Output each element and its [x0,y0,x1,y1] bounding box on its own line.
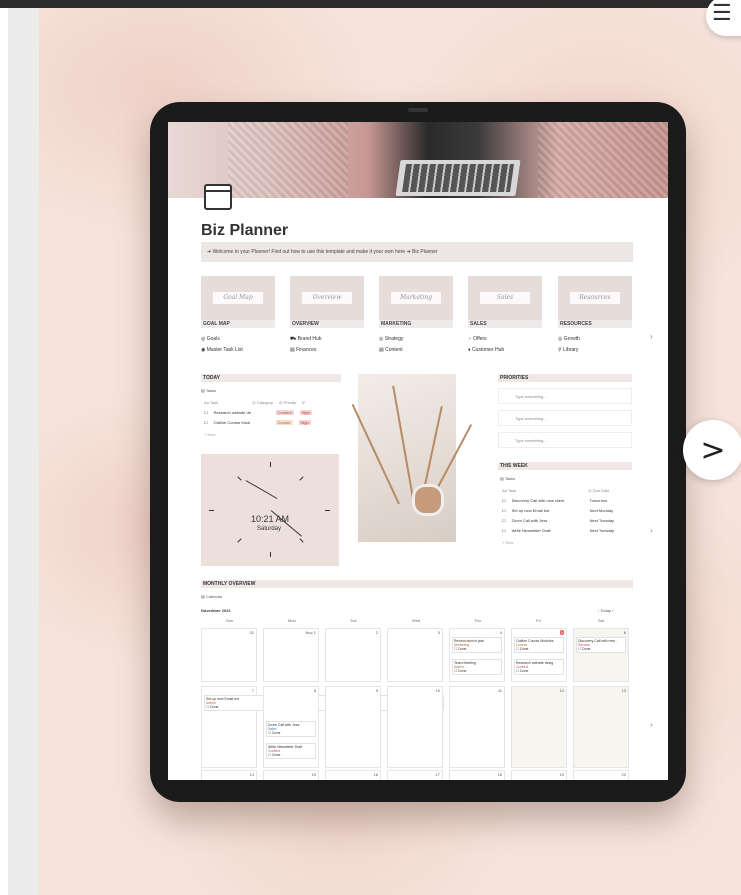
calendar-day[interactable]: 12 [511,686,567,768]
chevron-right-icon: > [700,432,726,468]
today-nav-button[interactable]: ‹ Today › [598,608,614,613]
day-header: Thu [474,618,481,623]
clock-hour-hand [245,480,278,499]
card-goal-map[interactable]: Goal Map [201,276,275,320]
calendar-event[interactable]: Discovery Call with new... Service ☐ Done [576,637,626,653]
card-marketing[interactable]: Marketing [379,276,453,320]
table-row[interactable]: ☐ Zoom Call with Jess Next Tuesday [502,518,614,523]
page-icon [204,184,232,210]
calendar-day[interactable]: Nov 1 [263,628,319,682]
table-row[interactable]: ☐ Research website de Content High [204,410,312,415]
today-heading: TODAY [201,374,341,382]
day-header: Mon [288,618,296,623]
camera [408,108,428,112]
calendar-day[interactable]: 7 Set up new Email bot Admin ☐ Done [201,686,444,768]
day-header: Sun [226,618,234,623]
welcome-banner[interactable]: ➜ Welcome to your Planner! Find out how … [201,242,633,262]
menu-icon: ☰ [712,0,732,25]
monthly-heading: MONTHLY OVERVIEW [201,580,633,588]
card-sales[interactable]: Sales [468,276,542,320]
calendar-day[interactable]: 2 [325,628,381,682]
next-slide-button[interactable]: > [683,420,741,480]
table-row[interactable]: ☐ Discovery Call with new client Tomorrow [502,498,607,503]
link-library[interactable]: ⚲ Library [558,347,578,353]
card-resources[interactable]: Resources [558,276,632,320]
left-strip [8,8,39,895]
calendar-day[interactable]: 14 [201,770,257,780]
table-row[interactable]: ☐ Outline Course Modi Course High [204,420,311,425]
chevron-right-icon[interactable]: › [650,526,653,535]
calendar-day[interactable]: 16 [325,770,381,780]
laptop-keyboard [395,160,521,196]
table-row[interactable]: ☐ Set up new Email bot Next Monday [502,508,613,513]
day-header: Tue [350,618,357,623]
calendar-day[interactable]: 9 [325,686,381,768]
knit-texture [228,122,348,198]
link-goals[interactable]: ◎ Goals [201,336,220,342]
priority-item[interactable]: Type something... [498,388,632,404]
card-label: MARKETING [379,320,453,328]
priority-item[interactable]: Type something... [498,410,632,426]
day-header: Sat [598,618,605,623]
knit-texture [538,122,668,198]
today-new-button[interactable]: + New [204,432,215,437]
calendar-day[interactable]: 3 [387,628,443,682]
calendar-event[interactable]: Write Newsletter Draft Content ☐ Done [266,743,316,759]
table-row[interactable]: ☐ Write Newsletter Draft Next Tuesday [502,528,614,533]
calendar-day[interactable]: 19 [511,770,567,780]
link-finances[interactable]: ▤ Finances [290,347,316,353]
calendar-day[interactable]: 15 [263,770,319,780]
this-week-new-button[interactable]: + New [502,540,513,545]
this-week-heading: THIS WEEK [498,462,632,470]
clock-time: 10:21 AM [251,514,290,524]
chevron-right-icon[interactable]: › [650,332,653,341]
day-header: Wed [412,618,421,623]
calendar-event[interactable]: Team Meeting Admin ☐ Done [452,659,502,675]
calendar-day[interactable]: 6 Discovery Call with new... Service ☐ Don… [573,628,629,682]
clock-day: Saturday [257,526,282,532]
calendar-day[interactable]: 17 [387,770,443,780]
cover-image [168,122,668,198]
priority-item[interactable]: Type something... [498,432,632,448]
card-overview[interactable]: Overview [290,276,364,320]
calendar-event[interactable]: Research website desig Content ☐ Done [514,659,564,675]
link-master-task-list[interactable]: ◉ Master Task List [201,347,243,353]
link-strategy[interactable]: ◎ Strategy [379,336,403,342]
calendar-day[interactable]: 13 [573,686,629,768]
coffee-cup [412,484,444,516]
calendar-view-tab[interactable]: ▤ Calendar [201,594,222,599]
calendar-month: November 2022 [201,608,231,613]
link-brand-hub[interactable]: ⛟ Brand Hub [290,336,322,343]
this-week-columns: Aa Task ◎ Due Date [502,488,610,493]
calendar-day[interactable]: 18 [449,770,505,780]
calendar-event[interactable]: Outline Course Modules Course ☐ Done [514,637,564,653]
calendar-day[interactable]: 11 [449,686,505,768]
calendar-day[interactable]: 10 [387,686,443,768]
chevron-right-icon[interactable]: › [650,720,653,729]
link-customer-hub[interactable]: ♦ Customer Hub [468,347,504,353]
calendar-day[interactable]: 8 Zoom Call with Jess Sales ☐ Done Write N… [263,686,319,768]
link-growth[interactable]: ◎ Growth [558,336,580,342]
page-title: Biz Planner [201,222,289,239]
calendar-day[interactable]: 31 [201,628,257,682]
calendar-day[interactable]: 4 Review launch plan Marketing ☐ Done Team… [449,628,505,682]
today-view-tab[interactable]: ▤ Tasks [201,388,216,393]
priorities-heading: PRIORITIES [498,374,632,382]
day-header: Fri [536,618,541,623]
today-columns: Aa Task ◎ Category ◎ Priority ⚲ [204,400,305,405]
calendar-event[interactable]: Zoom Call with Jess Sales ☐ Done [266,721,316,737]
card-label: OVERVIEW [290,320,364,328]
clock-widget: 10:21 AM Saturday [201,454,339,566]
link-content[interactable]: ▤ Content [379,347,403,353]
planner-screen: Biz Planner ➜ Welcome to your Planner! F… [168,122,668,780]
link-offers[interactable]: ♀ Offers [468,336,487,342]
pampas-grass-photo [351,374,473,542]
card-label: GOAL MAP [201,320,275,328]
calendar-event[interactable]: Review launch plan Marketing ☐ Done [452,637,502,653]
card-label: RESOURCES [558,320,632,328]
calendar-day[interactable]: 20 [573,770,629,780]
this-week-view-tab[interactable]: ▤ Tasks [500,476,515,481]
card-label: SALES [468,320,542,328]
calendar-day[interactable]: 5 Outline Course Modules Course ☐ Done Res… [511,628,567,682]
